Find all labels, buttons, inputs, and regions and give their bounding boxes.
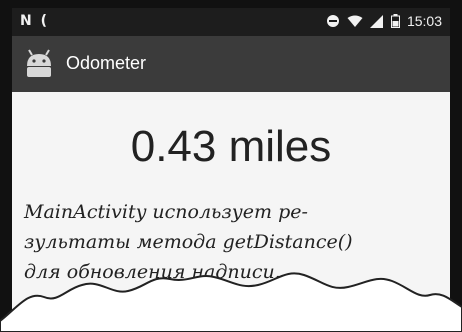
wifi-icon <box>347 15 363 27</box>
do-not-disturb-icon <box>326 15 339 27</box>
cell-signal-icon <box>369 14 383 28</box>
battery-icon <box>390 14 400 28</box>
distance-value: 0.43 miles <box>130 122 332 171</box>
torn-paper-edge <box>0 272 462 332</box>
android-icon <box>27 49 51 77</box>
annotation-line-1: MainActivity использует ре- <box>24 201 308 223</box>
annotation-line-2: зультаты метода getDistance() <box>24 231 353 253</box>
status-bar: N ( 15:03 <box>12 8 450 36</box>
status-right-icons: 15:03 <box>326 13 442 29</box>
n-notification-icon: N <box>20 13 34 29</box>
app-title: Odometer <box>66 53 147 73</box>
moon-icon: ( <box>40 13 49 29</box>
action-bar: Odometer <box>12 36 450 92</box>
status-time: 15:03 <box>406 13 442 29</box>
status-left-icons: N ( <box>20 13 49 29</box>
